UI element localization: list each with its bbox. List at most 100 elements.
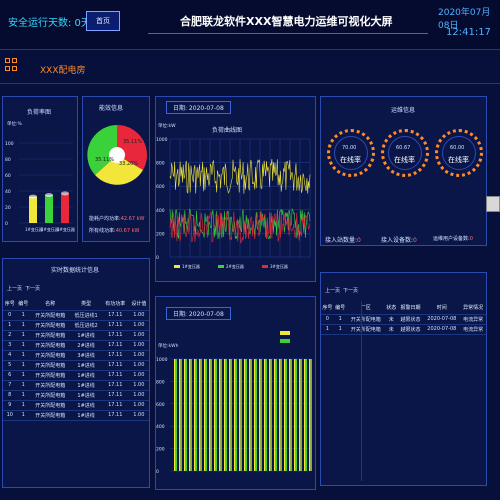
energy-bar-yellow xyxy=(174,359,176,471)
table-cell: 1 xyxy=(16,380,30,391)
load-rate-panel: 负荷率图 单位:% 100 80 60 40 20 0 1#变压器 2#变压器 3#变压器 xyxy=(2,96,78,242)
table-cell: 5 xyxy=(3,360,17,371)
energy-bar-yellow xyxy=(194,359,196,471)
load-rate-title: 负荷率图 xyxy=(27,109,52,116)
curve-ylabel: 单位:kW xyxy=(158,124,176,129)
table-cell: 1 xyxy=(333,324,347,335)
curve-legend-label: 3#变压器 xyxy=(270,263,288,269)
home-button[interactable]: 首页 xyxy=(86,11,120,31)
load-ytick: 80 xyxy=(5,157,11,163)
energy-bar-green xyxy=(310,359,312,471)
table-row: 0 1 开关所配电箱 低压进线1 17.11 1.00 xyxy=(3,310,149,321)
stats-title: 实时数据统计信息 xyxy=(51,267,100,274)
table-cell: 开关所配电箱 xyxy=(30,360,71,371)
table-cell: 1#进线 xyxy=(70,370,102,381)
table-cell: 1 xyxy=(16,400,30,411)
table-cell: 10 xyxy=(3,410,17,421)
alarm-header-cell: 报警日期 xyxy=(397,301,424,315)
table-cell: 1#进线 xyxy=(70,330,102,341)
table-cell: 1 xyxy=(16,360,30,371)
energy-bar-yellow xyxy=(279,359,281,471)
table-row: 6 1 开关所配电箱 1#进线 17.11 1.00 xyxy=(3,370,149,381)
ops-circle-1-value: 70.00 xyxy=(342,145,357,151)
table-cell: 低压进线2 xyxy=(70,320,102,331)
bars-legend-yellow xyxy=(280,331,290,335)
energy-bar-green xyxy=(265,359,267,471)
table-cell: 1#进线 xyxy=(70,360,102,371)
bars-ytick: 0 xyxy=(156,469,159,475)
curve-ytick: 200 xyxy=(156,231,165,237)
table-cell: 1.00 xyxy=(128,340,149,351)
table-row: 3 1 开关所配电箱 2#进线 17.11 1.00 xyxy=(3,340,149,351)
bars-legend-green xyxy=(280,339,290,343)
energy-bar-green xyxy=(175,359,177,471)
page-title: 合肥联龙软件XXX智慧电力运维可视化大屏 xyxy=(180,15,393,28)
table-cell: 开关所配电箱 xyxy=(30,330,71,341)
stats-prev-page[interactable]: 上一页 xyxy=(7,285,22,292)
table-cell: 1 xyxy=(16,350,30,361)
stats-header-cell: 序号 xyxy=(3,297,17,311)
table-cell: 7 xyxy=(3,380,17,391)
load-curve-chart: 1000 800 600 400 200 0 1#变压器 2#变压器 3#变压器 xyxy=(156,137,311,269)
room-title: XXX配电房 xyxy=(40,66,86,76)
alarm-header-cell: 状态 xyxy=(384,301,398,315)
table-row: 10 1 开关所配电箱 1#进线 17.11 1.00 xyxy=(3,410,149,421)
table-cell: 1.00 xyxy=(128,310,149,321)
table-cell: 1.00 xyxy=(128,390,149,401)
table-cell: 1 xyxy=(16,320,30,331)
stats-header-cell: 类型 xyxy=(70,297,102,311)
energy-bar-green xyxy=(250,359,252,471)
energy-bar-yellow xyxy=(199,359,201,471)
alarm-header-row: 序号 编号 厂区 状态 报警日期 时间 异常情况 xyxy=(321,301,486,315)
table-cell: 17.11 xyxy=(101,320,129,331)
table-cell: 1.00 xyxy=(128,330,149,341)
table-cell: 越限状态 xyxy=(397,314,424,325)
stats-next-page[interactable]: 下一页 xyxy=(25,285,40,292)
curve-legend-label: 2#变压器 xyxy=(226,263,244,269)
energy-bar-yellow xyxy=(239,359,241,471)
table-cell: 开关所配电箱 xyxy=(346,314,385,325)
energy-bar-green xyxy=(225,359,227,471)
load-bar-top xyxy=(61,191,69,196)
table-row: 8 1 开关所配电箱 1#进线 17.11 1.00 xyxy=(3,390,149,401)
energy-bar-green xyxy=(205,359,207,471)
curve-legend-swatch xyxy=(262,265,268,268)
grid-menu-icon[interactable] xyxy=(5,58,18,71)
energy-bar-green xyxy=(195,359,197,471)
curve-ytick: 1000 xyxy=(156,137,168,143)
alarm-next-page[interactable]: 下一页 xyxy=(343,287,358,294)
energy-bar-green xyxy=(210,359,212,471)
alarm-prev-page[interactable]: 上一页 xyxy=(325,287,340,294)
table-cell: 未 xyxy=(384,324,398,335)
energy-bar-green xyxy=(305,359,307,471)
load-ytick: 100 xyxy=(5,141,14,147)
table-row: 5 1 开关所配电箱 1#进线 17.11 1.00 xyxy=(3,360,149,371)
energy-bar-green xyxy=(260,359,262,471)
curve-ytick: 0 xyxy=(156,255,159,261)
energy-bar-yellow xyxy=(184,359,186,471)
table-cell: 0 xyxy=(3,310,17,321)
stats-header-row: 序号 编号 名称 类型 有功功率 设计值 xyxy=(3,297,149,311)
energy-info-panel: 能效信息 35.11% 35.11% 33.20% 能耗户均功率:42.67 k… xyxy=(82,96,150,242)
pie-label-3: 33.20% xyxy=(119,161,138,167)
table-cell: 1 xyxy=(16,330,30,341)
energy-line2: 所有线功率:40.67 kW xyxy=(89,228,140,234)
table-cell: 4 xyxy=(3,350,17,361)
load-ytick: 40 xyxy=(5,189,11,195)
table-cell: 1#进线 xyxy=(70,380,102,391)
table-cell: 开关所配电箱 xyxy=(30,320,71,331)
alarm-header-cell: 序号 xyxy=(321,301,334,315)
energy-bar-yellow xyxy=(254,359,256,471)
ops-circle-2-value: 60.67 xyxy=(396,145,411,151)
energy-bar-green xyxy=(270,359,272,471)
table-cell: 1.00 xyxy=(128,350,149,361)
stats-table: 序号 编号 名称 类型 有功功率 设计值 0 1 开关所配电箱 低压进线1 17.11 1… xyxy=(3,297,149,421)
ops-circle-1: 70.00 在线率 xyxy=(327,129,375,177)
table-cell: 1.00 xyxy=(128,370,149,381)
table-cell: 2 xyxy=(3,330,17,341)
table-row: 9 1 开关所配电箱 1#进线 17.11 1.00 xyxy=(3,400,149,411)
energy-bar-green xyxy=(235,359,237,471)
bars-ytick: 800 xyxy=(156,379,165,385)
curve-legend-swatch xyxy=(174,265,180,268)
side-panel-handle[interactable] xyxy=(486,196,500,212)
